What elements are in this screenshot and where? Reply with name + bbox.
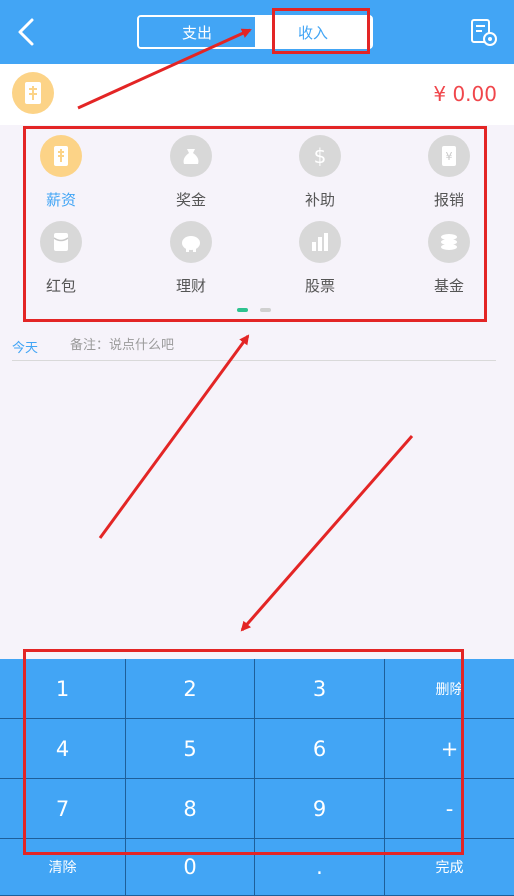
stock-icon bbox=[299, 221, 341, 263]
category-subsidy[interactable]: $ 补助 bbox=[280, 135, 360, 217]
key-3[interactable]: 3 bbox=[255, 659, 385, 719]
arrow-to-keypad bbox=[240, 435, 414, 632]
amount-row: ¥ 0.00 bbox=[0, 64, 514, 125]
dollar-icon: $ bbox=[299, 135, 341, 177]
salary-doc-icon bbox=[40, 135, 82, 177]
top-bar: 支出 收入 bbox=[0, 0, 514, 64]
svg-text:¥: ¥ bbox=[446, 150, 453, 163]
key-plus[interactable]: + bbox=[385, 719, 514, 779]
key-done[interactable]: 完成 bbox=[385, 839, 514, 896]
key-7[interactable]: 7 bbox=[0, 779, 126, 839]
number-keypad: 1 2 3 删除 4 5 6 +7 8 9- 清除 0. 完成 bbox=[0, 659, 514, 896]
key-4[interactable]: 4 bbox=[0, 719, 126, 779]
category-settings-button[interactable] bbox=[468, 17, 498, 47]
date-note-row: 今天 bbox=[12, 335, 496, 361]
key-delete[interactable]: 删除 bbox=[385, 659, 514, 719]
key-9[interactable]: 9 bbox=[255, 779, 385, 839]
key-dot[interactable]: . bbox=[255, 839, 385, 896]
page-dot-1[interactable] bbox=[237, 308, 248, 312]
key-minus[interactable]: - bbox=[385, 779, 514, 839]
red-packet-icon bbox=[40, 221, 82, 263]
arrow-to-categories bbox=[98, 334, 250, 539]
category-reimbursement[interactable]: ¥ 报销 bbox=[409, 135, 489, 217]
key-6[interactable]: 6 bbox=[255, 719, 385, 779]
type-toggle: 支出 收入 bbox=[137, 15, 373, 49]
key-2[interactable]: 2 bbox=[126, 659, 255, 719]
selected-category-icon bbox=[12, 72, 54, 114]
key-1[interactable]: 1 bbox=[0, 659, 126, 719]
category-stock[interactable]: 股票 bbox=[280, 221, 360, 303]
coins-icon bbox=[428, 221, 470, 263]
date-button[interactable]: 今天 bbox=[12, 337, 38, 356]
key-0[interactable]: 0 bbox=[126, 839, 255, 896]
piggy-bank-icon bbox=[170, 221, 212, 263]
list-settings-icon bbox=[471, 19, 497, 46]
category-salary[interactable]: 薪资 bbox=[21, 135, 101, 217]
tab-expense[interactable]: 支出 bbox=[139, 17, 255, 47]
chevron-left-icon bbox=[18, 18, 34, 46]
page-indicator bbox=[237, 308, 271, 312]
key-clear[interactable]: 清除 bbox=[0, 839, 126, 896]
category-wealth-management[interactable]: 理财 bbox=[151, 221, 231, 303]
tab-income[interactable]: 收入 bbox=[255, 17, 371, 47]
key-5[interactable]: 5 bbox=[126, 719, 255, 779]
bonus-bag-icon bbox=[170, 135, 212, 177]
amount-display: ¥ 0.00 bbox=[433, 82, 497, 106]
salary-doc-icon bbox=[25, 82, 41, 104]
category-fund[interactable]: 基金 bbox=[409, 221, 489, 303]
page-dot-2[interactable] bbox=[260, 308, 271, 312]
svg-text:$: $ bbox=[314, 144, 327, 168]
category-bonus[interactable]: 奖金 bbox=[151, 135, 231, 217]
key-8[interactable]: 8 bbox=[126, 779, 255, 839]
back-button[interactable] bbox=[12, 14, 42, 50]
category-grid: 薪资 奖金 $ 补助 ¥ 报销 红包 理财 股票 基金 bbox=[0, 125, 514, 320]
category-red-packet[interactable]: 红包 bbox=[21, 221, 101, 303]
note-input[interactable] bbox=[70, 335, 490, 355]
yen-receipt-icon: ¥ bbox=[428, 135, 470, 177]
